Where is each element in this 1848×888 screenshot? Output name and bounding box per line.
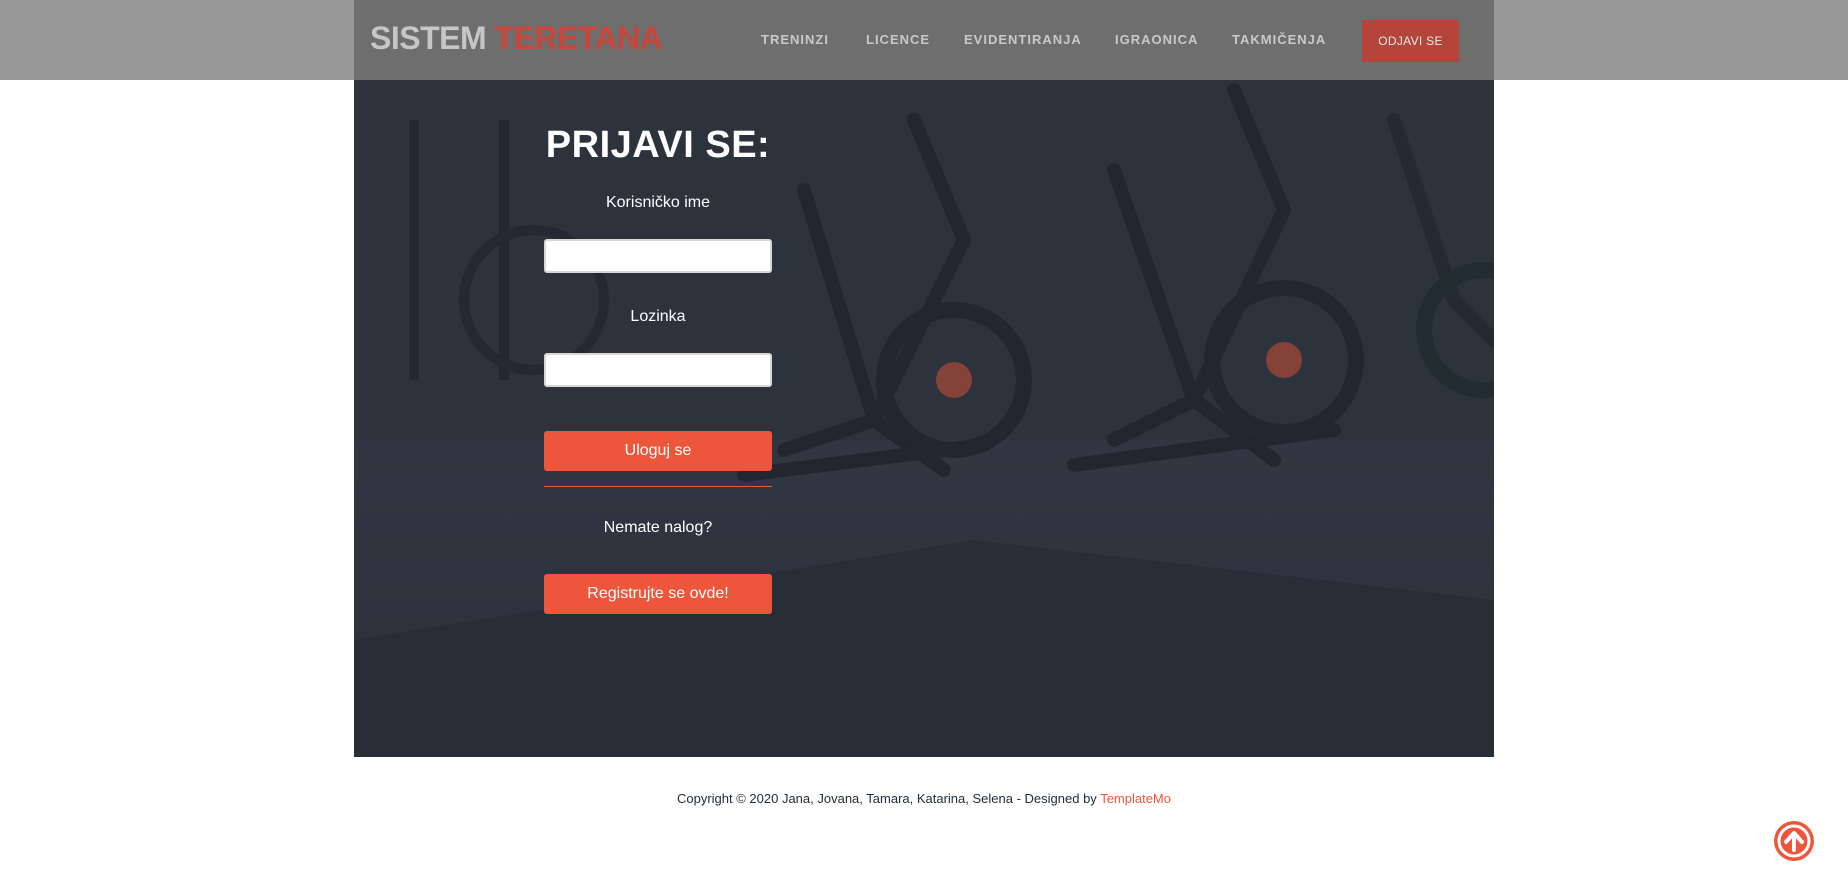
scroll-to-top-button[interactable]: [1774, 821, 1814, 861]
logout-button[interactable]: ODJAVI SE: [1362, 20, 1459, 62]
username-input[interactable]: [544, 239, 772, 273]
nav-link-takmicenja[interactable]: TAKMIČENJA: [1232, 32, 1326, 47]
password-input[interactable]: [544, 353, 772, 387]
nav-link-licence[interactable]: LICENCE: [866, 32, 930, 47]
login-button[interactable]: Uloguj se: [544, 431, 772, 471]
login-title: PRIJAVI SE:: [545, 124, 771, 166]
register-button[interactable]: Registrujte se ovde!: [544, 574, 772, 614]
logo-word-2: TERETANA: [494, 20, 663, 56]
navbar-inner: SISTEM TERETANA TRENINZI LICENCE EVIDENT…: [354, 0, 1494, 80]
nav-link-igraonica[interactable]: IGRAONICA: [1115, 32, 1198, 47]
logo-word-1: SISTEM: [370, 20, 487, 56]
hero-section: PRIJAVI SE: Korisničko ime Lozinka Ulogu…: [354, 0, 1494, 757]
footer: Copyright © 2020 Jana, Jovana, Tamara, K…: [0, 791, 1848, 806]
gym-background-image: [354, 0, 1494, 757]
nav-link-treninzi[interactable]: TRENINZI: [761, 32, 829, 47]
nav-link-evidentiranja[interactable]: EVIDENTIRANJA: [964, 32, 1082, 47]
arrow-up-circle-icon: [1777, 824, 1811, 858]
password-label: Lozinka: [630, 308, 686, 325]
username-label: Korisničko ime: [605, 194, 711, 211]
templatemo-link[interactable]: TemplateMo: [1100, 791, 1171, 806]
copyright-text: Copyright © 2020 Jana, Jovana, Tamara, K…: [676, 791, 1097, 806]
no-account-text: Nemate nalog?: [603, 519, 713, 536]
form-divider: [544, 486, 772, 487]
top-navigation-bar: SISTEM TERETANA TRENINZI LICENCE EVIDENT…: [0, 0, 1848, 80]
site-logo[interactable]: SISTEM TERETANA: [370, 20, 663, 57]
